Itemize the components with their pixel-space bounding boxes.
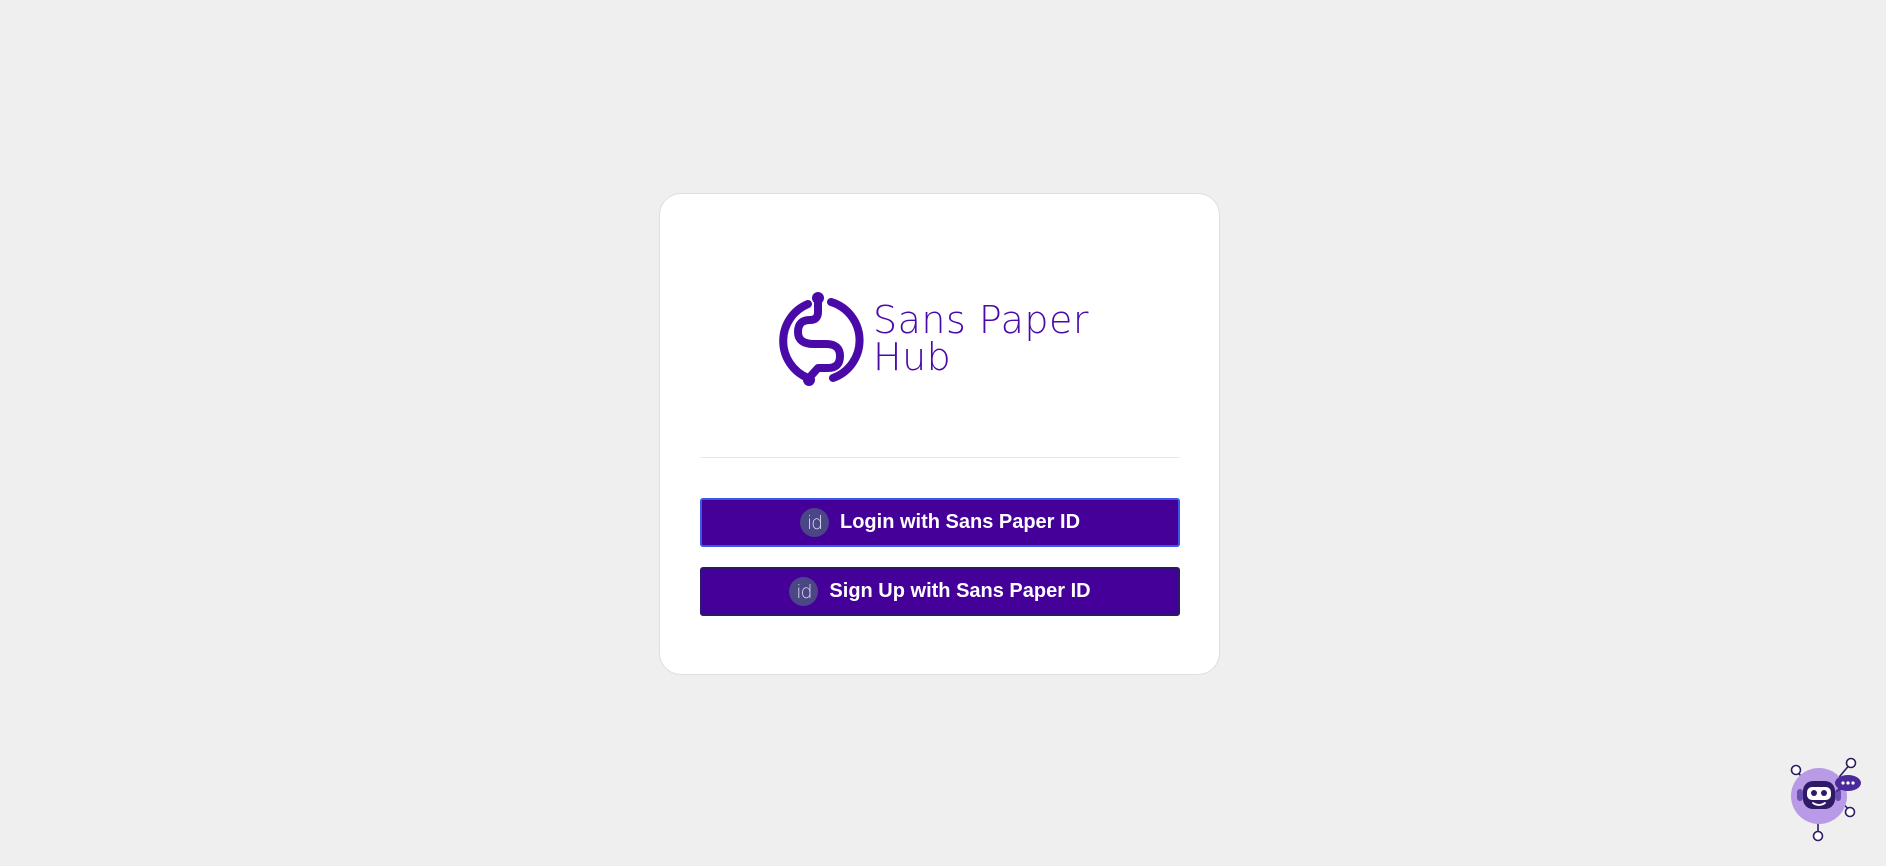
id-icon: id — [799, 508, 829, 537]
brand-s-logo-icon — [779, 292, 864, 386]
login-card: Sans Paper Hub id Login with Sans Paper … — [659, 193, 1220, 675]
signup-button-label: Sign Up with Sans Paper ID — [829, 580, 1091, 602]
brand-name: Sans Paper Hub — [873, 298, 1089, 379]
login-button[interactable]: id Login with Sans Paper ID — [700, 498, 1180, 547]
signup-button[interactable]: id Sign Up with Sans Paper ID — [700, 567, 1180, 616]
brand-logo: Sans Paper Hub — [778, 290, 1108, 390]
id-icon: id — [789, 577, 819, 606]
login-button-label: Login with Sans Paper ID — [839, 511, 1081, 533]
chat-assistant-robot-icon — [1790, 757, 1861, 842]
brand-name-line1: Sans Paper — [873, 298, 1089, 342]
brand-name-line2: Hub — [873, 335, 952, 379]
chat-assistant-button[interactable] — [1783, 756, 1865, 842]
divider — [700, 457, 1180, 458]
